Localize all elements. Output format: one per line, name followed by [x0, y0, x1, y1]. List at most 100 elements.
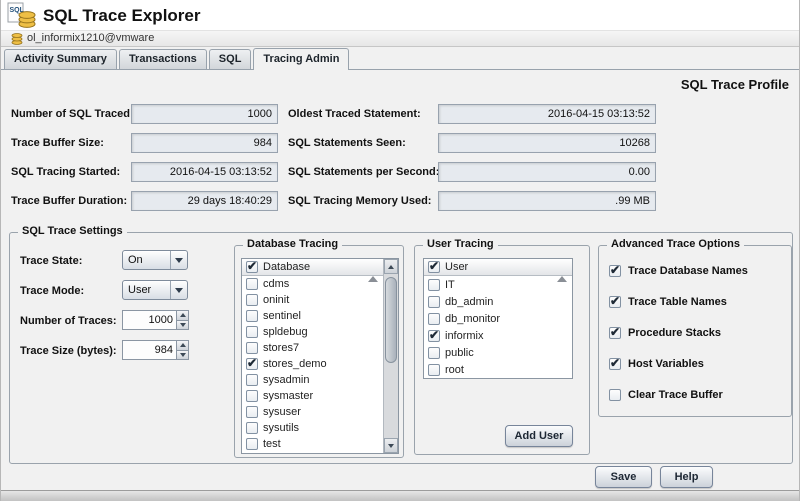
scrollbar-thumb[interactable]	[385, 277, 397, 363]
clear-trace-buffer-option[interactable]: ✔ Clear Trace Buffer	[609, 386, 723, 404]
checkbox[interactable]: ✔	[428, 364, 440, 376]
spinner-down-icon[interactable]	[176, 351, 189, 361]
database-icon	[11, 32, 23, 45]
add-user-button[interactable]: Add User	[505, 425, 573, 447]
tab-activity-summary[interactable]: Activity Summary	[4, 49, 117, 69]
list-item-label: db_monitor	[445, 313, 500, 325]
checkbox[interactable]: ✔	[428, 347, 440, 359]
list-item[interactable]: ✔ spldebug	[242, 324, 383, 340]
list-item[interactable]: ✔ sysmaster	[242, 388, 383, 404]
list-item-label: sysutils	[263, 422, 299, 434]
tab-sql[interactable]: SQL	[209, 49, 252, 69]
chevron-down-icon[interactable]	[170, 251, 187, 269]
trace-buffer-size-value: 984	[131, 133, 278, 153]
trace-database-names-option[interactable]: ✔ Trace Database Names	[609, 262, 748, 280]
list-item-label: sysadmin	[263, 374, 309, 386]
list-item-label: db_admin	[445, 296, 493, 308]
checkbox[interactable]: ✔	[246, 438, 258, 450]
checkbox[interactable]: ✔	[246, 406, 258, 418]
group-title: SQL Trace Settings	[18, 225, 127, 237]
stepper-value: 1000	[122, 310, 176, 330]
checkbox[interactable]: ✔	[609, 265, 621, 277]
header-label: Database	[263, 261, 310, 273]
checkbox[interactable]: ✔	[428, 296, 440, 308]
checkbox[interactable]: ✔	[246, 358, 258, 370]
checkbox[interactable]: ✔	[246, 310, 258, 322]
host-variables-option[interactable]: ✔ Host Variables	[609, 355, 704, 373]
list-item[interactable]: ✔ db_monitor	[424, 310, 572, 327]
list-item[interactable]: ✔ sysuser	[242, 404, 383, 420]
spinner-up-icon[interactable]	[176, 310, 189, 321]
trace-mode-select[interactable]: User	[122, 280, 188, 300]
number-of-traces-stepper[interactable]: 1000	[122, 310, 189, 330]
trace-buffer-size-label: Trace Buffer Size:	[11, 133, 104, 153]
checkmark-icon: ✔	[610, 294, 620, 308]
sort-ascending-icon[interactable]	[368, 264, 378, 276]
vertical-scrollbar[interactable]	[383, 259, 398, 453]
checkbox[interactable]: ✔	[609, 358, 621, 370]
list-item[interactable]: ✔ public	[424, 344, 572, 361]
option-label: Trace Table Names	[628, 296, 727, 308]
checkmark-icon: ✔	[247, 356, 257, 370]
list-item-label: cdms	[263, 278, 289, 290]
list-item[interactable]: ✔ stores_demo	[242, 356, 383, 372]
checkbox[interactable]: ✔	[609, 327, 621, 339]
list-item[interactable]: ✔ test	[242, 436, 383, 452]
list-item[interactable]: ✔ cdms	[242, 276, 383, 292]
checkbox[interactable]: ✔	[609, 296, 621, 308]
sql-statements-per-second-label: SQL Statements per Second:	[288, 162, 439, 182]
list-item[interactable]: ✔ sysutils	[242, 420, 383, 436]
list-item-label: public	[445, 347, 474, 359]
trace-size-label: Trace Size (bytes):	[20, 341, 117, 361]
help-button[interactable]: Help	[660, 466, 713, 488]
list-item-label: informix	[445, 330, 484, 342]
scrollbar-down-icon[interactable]	[384, 438, 398, 453]
save-button[interactable]: Save	[595, 466, 652, 488]
list-item[interactable]: ✔ informix	[424, 327, 572, 344]
sort-ascending-icon[interactable]	[557, 264, 567, 276]
checkbox[interactable]: ✔	[609, 389, 621, 401]
database-list-header[interactable]: ✔ Database	[242, 259, 383, 276]
sql-statements-seen-value: 10268	[438, 133, 656, 153]
spinner-down-icon[interactable]	[176, 321, 189, 331]
checkbox[interactable]: ✔	[246, 294, 258, 306]
list-item[interactable]: ✔ root	[424, 361, 572, 378]
scrollbar-up-icon[interactable]	[384, 259, 398, 274]
checkbox[interactable]: ✔	[246, 342, 258, 354]
trace-buffer-duration-value: 29 days 18:40:29	[131, 191, 278, 211]
tab-bar: Activity Summary Transactions SQL Tracin…	[1, 47, 799, 70]
list-item[interactable]: ✔ oninit	[242, 292, 383, 308]
checkbox[interactable]: ✔	[428, 313, 440, 325]
list-item[interactable]: ✔ IT	[424, 276, 572, 293]
user-list-header[interactable]: ✔ User	[424, 259, 572, 276]
trace-state-select[interactable]: On	[122, 250, 188, 270]
checkbox[interactable]: ✔	[246, 390, 258, 402]
checkbox[interactable]: ✔	[246, 422, 258, 434]
sql-statements-seen-label: SQL Statements Seen:	[288, 133, 406, 153]
select-all-databases-checkbox[interactable]: ✔	[246, 261, 258, 273]
sql-trace-explorer-window: SQL SQL Trace Explorer ol_informix1210@v…	[0, 0, 800, 501]
checkbox[interactable]: ✔	[246, 374, 258, 386]
list-item-label: stores7	[263, 342, 299, 354]
checkbox[interactable]: ✔	[428, 330, 440, 342]
list-item[interactable]: ✔ stores7	[242, 340, 383, 356]
trace-table-names-option[interactable]: ✔ Trace Table Names	[609, 293, 727, 311]
user-tracing-group: User Tracing ✔ User ✔ IT ✔ db_admin	[414, 245, 590, 455]
select-all-users-checkbox[interactable]: ✔	[428, 261, 440, 273]
trace-size-stepper[interactable]: 984	[122, 340, 189, 360]
trace-mode-label: Trace Mode:	[20, 281, 84, 301]
procedure-stacks-option[interactable]: ✔ Procedure Stacks	[609, 324, 721, 342]
spinner-up-icon[interactable]	[176, 340, 189, 351]
list-item[interactable]: ✔ sentinel	[242, 308, 383, 324]
list-item-label: sysmaster	[263, 390, 313, 402]
tab-transactions[interactable]: Transactions	[119, 49, 207, 69]
advanced-trace-options-group: Advanced Trace Options ✔ Trace Database …	[598, 245, 792, 417]
list-item[interactable]: ✔ sysadmin	[242, 372, 383, 388]
tab-tracing-admin[interactable]: Tracing Admin	[253, 48, 349, 70]
chevron-down-icon[interactable]	[170, 281, 187, 299]
checkbox[interactable]: ✔	[246, 326, 258, 338]
list-item[interactable]: ✔ db_admin	[424, 293, 572, 310]
checkbox[interactable]: ✔	[246, 278, 258, 290]
database-rows: ✔ cdms ✔ oninit ✔ sentinel ✔ spldebug	[242, 276, 383, 452]
checkbox[interactable]: ✔	[428, 279, 440, 291]
